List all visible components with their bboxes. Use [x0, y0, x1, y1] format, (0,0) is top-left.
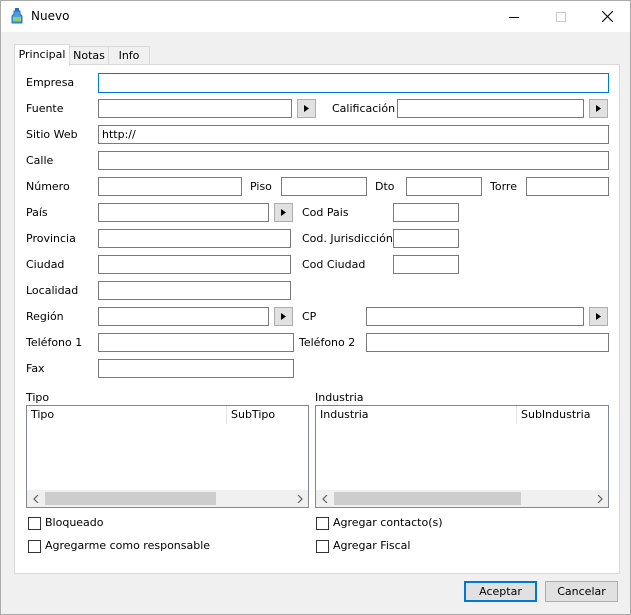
scroll-left-icon[interactable] — [316, 490, 333, 507]
pais-picker-button[interactable] — [274, 203, 293, 222]
arrow-right-icon — [596, 105, 601, 112]
scroll-left-icon[interactable] — [27, 490, 44, 507]
telefono2-label: Teléfono 2 — [299, 336, 356, 349]
calle-label: Calle — [26, 154, 54, 167]
close-button[interactable] — [584, 1, 630, 32]
telefono1-label: Teléfono 1 — [26, 336, 83, 349]
bloqueado-checkbox[interactable] — [28, 517, 41, 530]
calificacion-input[interactable] — [397, 99, 584, 118]
title-bar[interactable]: Nuevo — [1, 1, 630, 32]
scroll-right-icon[interactable] — [591, 490, 608, 507]
provincia-input[interactable] — [98, 229, 291, 248]
dto-label: Dto — [375, 180, 395, 193]
maximize-button — [538, 1, 584, 32]
torre-input[interactable] — [526, 177, 609, 196]
subindustria-column-header[interactable]: SubIndustria — [517, 406, 608, 424]
tipo-scroll-thumb[interactable] — [45, 492, 216, 505]
empresa-input[interactable] — [98, 73, 609, 93]
dialog-window: Nuevo Principal Notas Info Empresa Fuent… — [0, 0, 631, 615]
numero-label: Número — [26, 180, 70, 193]
tipo-list[interactable]: Tipo SubTipo — [26, 405, 309, 508]
fiscal-checkbox[interactable] — [316, 540, 329, 553]
calificacion-label: Calificación — [332, 102, 396, 115]
empresa-label: Empresa — [26, 76, 75, 89]
industria-scroll-thumb[interactable] — [334, 492, 521, 505]
numero-input[interactable] — [98, 177, 242, 196]
contacto-label[interactable]: Agregar contacto(s) — [333, 516, 443, 529]
torre-label: Torre — [490, 180, 517, 193]
fuente-input[interactable] — [98, 99, 292, 118]
fiscal-label[interactable]: Agregar Fiscal — [333, 539, 410, 552]
fuente-picker-button[interactable] — [297, 99, 316, 118]
ciudad-label: Ciudad — [26, 258, 65, 271]
tipo-horizontal-scrollbar[interactable] — [27, 490, 308, 507]
region-picker-button[interactable] — [274, 307, 293, 326]
region-input[interactable] — [98, 307, 269, 326]
principal-panel: Empresa Fuente Calificación Sitio Web ht… — [14, 64, 620, 574]
bloqueado-label[interactable]: Bloqueado — [45, 516, 104, 529]
minimize-icon — [509, 16, 519, 18]
telefono2-input[interactable] — [366, 333, 609, 352]
industria-list[interactable]: Industria SubIndustria — [315, 405, 609, 508]
telefono1-input[interactable] — [98, 333, 294, 352]
tipo-group-label: Tipo — [26, 391, 50, 404]
responsable-label[interactable]: Agregarme como responsable — [45, 539, 210, 552]
fax-label: Fax — [26, 362, 45, 375]
cancel-button[interactable]: Cancelar — [545, 581, 618, 602]
bottle-icon — [10, 8, 24, 24]
sitio-web-input[interactable]: http:// — [98, 125, 609, 144]
sitio-web-label: Sitio Web — [26, 128, 78, 141]
arrow-right-icon — [596, 313, 601, 320]
tab-principal[interactable]: Principal — [14, 44, 70, 66]
cp-input[interactable] — [366, 307, 584, 326]
calificacion-picker-button[interactable] — [589, 99, 608, 118]
industria-group-label: Industria — [315, 391, 364, 404]
dto-input[interactable] — [406, 177, 482, 196]
cod-pais-label: Cod Pais — [302, 206, 349, 219]
industria-horizontal-scrollbar[interactable] — [316, 490, 608, 507]
cp-label: CP — [302, 310, 317, 323]
pais-input[interactable] — [98, 203, 269, 222]
provincia-label: Provincia — [26, 232, 76, 245]
localidad-label: Localidad — [26, 284, 79, 297]
tipo-column-header[interactable]: Tipo — [27, 406, 227, 424]
tab-info[interactable]: Info — [108, 46, 150, 65]
close-icon — [601, 11, 613, 22]
maximize-icon — [556, 11, 566, 22]
cod-ciudad-label: Cod Ciudad — [302, 258, 366, 271]
arrow-right-icon — [281, 209, 286, 216]
tab-notas[interactable]: Notas — [68, 46, 110, 65]
arrow-right-icon — [304, 105, 309, 112]
contacto-checkbox[interactable] — [316, 517, 329, 530]
fuente-label: Fuente — [26, 102, 64, 115]
piso-label: Piso — [250, 180, 272, 193]
subtipo-column-header[interactable]: SubTipo — [227, 406, 308, 424]
fax-input[interactable] — [98, 359, 294, 378]
minimize-button[interactable] — [491, 1, 537, 32]
cod-jurisdiccion-input[interactable] — [393, 229, 459, 248]
cod-ciudad-input[interactable] — [393, 255, 459, 274]
cod-pais-input[interactable] — [393, 203, 459, 222]
region-label: Región — [26, 310, 64, 323]
arrow-right-icon — [281, 313, 286, 320]
ciudad-input[interactable] — [98, 255, 291, 274]
piso-input[interactable] — [281, 177, 367, 196]
responsable-checkbox[interactable] — [28, 540, 41, 553]
window-title: Nuevo — [31, 9, 70, 23]
calle-input[interactable] — [98, 151, 609, 170]
cod-jurisdiccion-label: Cod. Jurisdicción — [302, 232, 393, 245]
accept-button[interactable]: Aceptar — [464, 581, 537, 602]
scroll-right-icon[interactable] — [291, 490, 308, 507]
localidad-input[interactable] — [98, 281, 291, 300]
industria-column-header[interactable]: Industria — [316, 406, 517, 424]
pais-label: País — [26, 206, 48, 219]
cp-picker-button[interactable] — [589, 307, 608, 326]
